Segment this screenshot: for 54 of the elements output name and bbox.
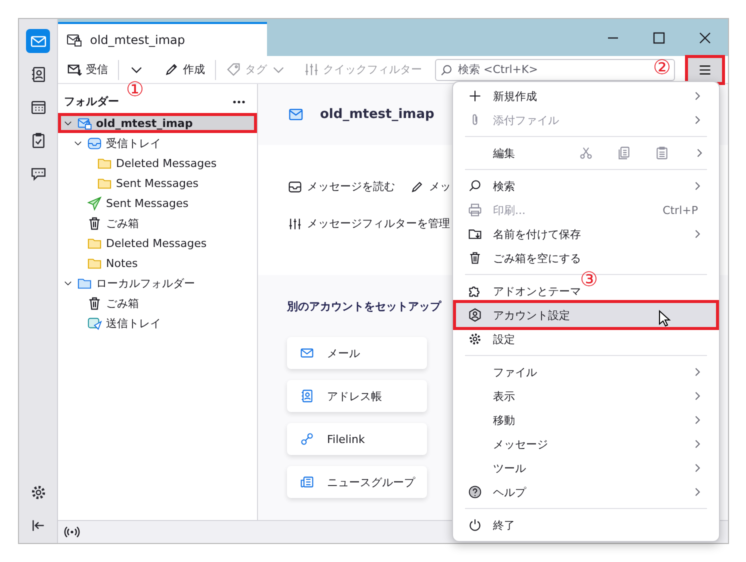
account-title: old_mtest_imap	[320, 107, 434, 122]
menu-item[interactable]: 設定	[456, 327, 716, 351]
folder-name: ごみ箱	[106, 216, 139, 230]
action-link[interactable]: メッ	[410, 179, 451, 194]
folder-item[interactable]: Deleted Messages	[58, 233, 257, 253]
folder-name: Sent Messages	[116, 176, 198, 190]
folder-name: Notes	[106, 256, 138, 270]
folder-name: Sent Messages	[106, 196, 188, 210]
tab-title: old_mtest_imap	[90, 33, 186, 47]
folder-name: 受信トレイ	[106, 136, 161, 150]
get-messages-button[interactable]: 受信	[64, 60, 111, 79]
shortcut-text: Ctrl+P	[662, 204, 698, 216]
callout-number: ③	[580, 269, 598, 289]
folder-name: 送信トレイ	[106, 316, 161, 330]
folder-item[interactable]: Deleted Messages	[58, 153, 257, 173]
callout-number: ②	[653, 56, 671, 76]
setup-option-button[interactable]: ニュースグループ	[287, 466, 427, 498]
tab[interactable]: old_mtest_imap	[58, 22, 267, 56]
folder-item[interactable]: Sent Messages	[58, 193, 257, 213]
setup-option-button[interactable]: メール	[287, 337, 427, 369]
setup-option-button[interactable]: アドレス帳	[287, 380, 427, 412]
menu-item[interactable]: 表示	[456, 384, 716, 408]
menu-item[interactable]: アカウント設定	[456, 303, 716, 327]
menu-item[interactable]: ごみ箱を空にする	[456, 246, 716, 270]
action-link[interactable]: メッセージを読む	[288, 179, 395, 194]
folder-item[interactable]: 受信トレイ	[58, 133, 257, 153]
folder-item[interactable]: 送信トレイ	[58, 313, 257, 333]
folder-item[interactable]: old_mtest_imap	[58, 113, 257, 133]
folder-name: Deleted Messages	[116, 156, 217, 170]
folder-item[interactable]: Sent Messages	[58, 173, 257, 193]
folder-pane-title: フォルダー	[64, 94, 119, 109]
menu-item[interactable]: 名前を付けて保存	[456, 222, 716, 246]
folder-name: Deleted Messages	[106, 236, 207, 250]
menu-item[interactable]: 検索	[456, 174, 716, 198]
menu-label: 編集	[493, 146, 516, 160]
folder-item[interactable]: ごみ箱	[58, 213, 257, 233]
menu-item[interactable]: ヘルプ	[456, 480, 716, 504]
folder-name: old_mtest_imap	[96, 116, 193, 130]
folder-name: ローカルフォルダー	[96, 276, 195, 290]
folder-item[interactable]: ローカルフォルダー	[58, 273, 257, 293]
menu-item[interactable]: ツール	[456, 456, 716, 480]
section-title: 別のアカウントをセットアップ	[287, 299, 441, 314]
folder-item[interactable]: ごみ箱	[58, 293, 257, 313]
setup-option-button[interactable]: Filelink	[287, 423, 427, 455]
callout-number: ①	[126, 79, 144, 99]
folder-name: ごみ箱	[106, 296, 139, 310]
menu-item[interactable]: メッセージ	[456, 432, 716, 456]
menu-item[interactable]: 新規作成	[456, 84, 716, 108]
action-link[interactable]: メッセージフィルターを管理	[288, 216, 450, 231]
menu-item[interactable]: 移動	[456, 408, 716, 432]
menu-item[interactable]: 終了	[456, 513, 716, 537]
write-button[interactable]: 作成	[161, 60, 208, 79]
menu-item[interactable]: ファイル	[456, 360, 716, 384]
folder-item[interactable]: Notes	[58, 253, 257, 273]
